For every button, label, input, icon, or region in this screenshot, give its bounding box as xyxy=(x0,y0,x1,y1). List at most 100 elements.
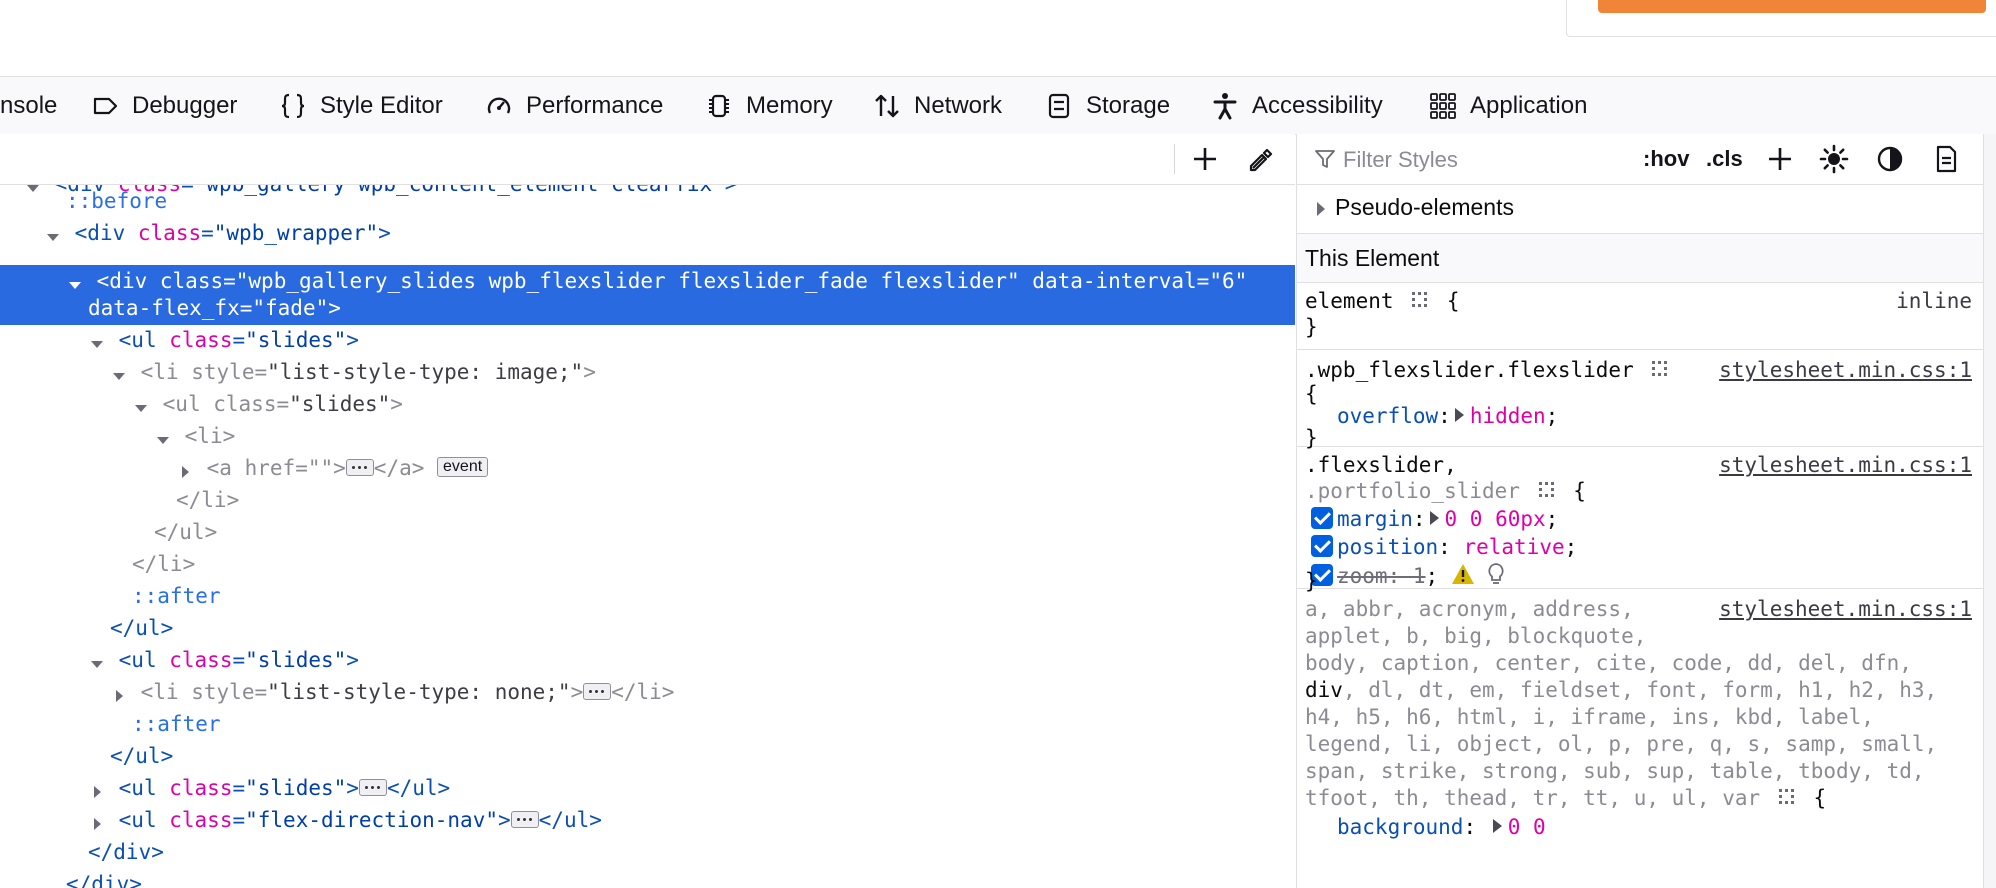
devtools-toolbar: nsole Debugger Style Editor Performance … xyxy=(0,76,1996,135)
dark-theme-button[interactable] xyxy=(1873,142,1907,176)
tree-node-ul-close[interactable]: </ul> xyxy=(154,516,217,548)
declaration-checkbox[interactable] xyxy=(1311,535,1333,557)
declaration-overflow[interactable]: overflow: hidden; xyxy=(1337,402,1558,430)
tree-node-gallery-slides-attr-cont[interactable]: data-flex_fx="fade"> xyxy=(88,292,341,324)
pseudo-elements-section[interactable]: Pseudo-elements xyxy=(1297,185,1984,234)
tree-node-ul-slides-3[interactable]: <ul class="slides"> </ul> xyxy=(88,772,450,804)
arrows-updown-icon xyxy=(872,91,902,121)
plus-icon xyxy=(1194,148,1216,170)
twisty-expanded-icon[interactable] xyxy=(24,185,42,192)
cls-button[interactable]: .cls xyxy=(1706,142,1743,176)
tab-storage-label: Storage xyxy=(1086,91,1171,119)
pseudo-before[interactable]: ::before xyxy=(66,185,167,217)
twisty-expanded-icon[interactable] xyxy=(132,394,150,412)
twisty-collapsed-icon[interactable] xyxy=(176,458,194,478)
tree-node-ul-close[interactable]: </ul> xyxy=(110,740,173,772)
selector-highlight-icon[interactable] xyxy=(1650,359,1670,379)
collapsed-children-ellipsis[interactable] xyxy=(510,810,539,828)
expand-value-icon[interactable] xyxy=(1492,819,1502,833)
tree-node-div-close[interactable]: </div> xyxy=(66,868,142,888)
tab-application-label: Application xyxy=(1470,91,1588,119)
declaration-margin[interactable]: margin: 0 0 60px; xyxy=(1311,505,1558,533)
tab-accessibility-label: Accessibility xyxy=(1252,91,1383,119)
tab-performance[interactable]: Performance xyxy=(484,77,663,134)
chip-icon xyxy=(704,91,734,121)
tab-debugger[interactable]: Debugger xyxy=(90,77,237,134)
hov-button[interactable]: :hov xyxy=(1643,142,1689,176)
document-icon xyxy=(1936,145,1957,173)
tab-performance-label: Performance xyxy=(526,91,664,119)
filter-icon xyxy=(1315,150,1335,168)
tab-network-label: Network xyxy=(914,91,1003,119)
tree-node-a[interactable]: <a href=""> </a> event xyxy=(176,452,489,484)
rules-panel: :hov .cls Pseudo-elements This Element e… xyxy=(1296,134,1984,888)
tree-node-ul-slides[interactable]: <ul class="slides"> xyxy=(88,324,359,356)
pseudo-after[interactable]: ::after xyxy=(132,708,221,740)
rule-element-inline: element { inline } xyxy=(1297,283,1984,350)
tree-node-li-close[interactable]: </li> xyxy=(132,548,195,580)
tree-node-li[interactable]: <li> xyxy=(154,420,235,452)
tree-node-flex-direction-nav[interactable]: <ul class="flex-direction-nav"> </ul> xyxy=(88,804,602,836)
selector-highlight-icon[interactable] xyxy=(1410,290,1430,310)
event-badge[interactable]: event xyxy=(437,457,489,477)
twisty-expanded-icon[interactable] xyxy=(110,362,128,380)
tree-node-wrapper[interactable]: <div class="wpb_wrapper"> xyxy=(44,217,391,249)
selector-highlight-icon[interactable] xyxy=(1537,480,1557,500)
tab-network[interactable]: Network xyxy=(872,77,1002,134)
tree-node-li-none[interactable]: <li style="list-style-type: none;"> </li> xyxy=(110,676,674,708)
toolbar-divider xyxy=(1174,144,1175,174)
twisty-expanded-icon[interactable] xyxy=(66,271,84,289)
tab-console[interactable]: nsole xyxy=(0,77,57,134)
twisty-expanded-icon[interactable] xyxy=(88,650,106,668)
selector-highlight-icon[interactable] xyxy=(1777,787,1797,807)
twisty-expanded-icon[interactable] xyxy=(88,330,106,348)
collapsed-children-ellipsis[interactable] xyxy=(358,778,387,796)
tab-application[interactable]: Application xyxy=(1428,77,1587,134)
tree-node-ul-close[interactable]: </ul> xyxy=(110,612,173,644)
filter-styles-input[interactable] xyxy=(1341,144,1585,176)
declaration-zoom[interactable]: zoom: 1; xyxy=(1311,562,1505,590)
tree-node-li-image[interactable]: <li style="list-style-type: image;"> xyxy=(110,356,596,388)
declaration-background[interactable]: background: 0 0 xyxy=(1337,813,1546,841)
tab-style-editor[interactable]: Style Editor xyxy=(278,77,443,134)
twisty-expanded-icon[interactable] xyxy=(154,426,172,444)
sun-icon xyxy=(1819,144,1849,174)
twisty-collapsed-icon[interactable] xyxy=(110,682,128,702)
markup-toolbar xyxy=(0,134,1295,185)
expand-value-icon[interactable] xyxy=(1429,511,1439,525)
rules-scrollbar[interactable] xyxy=(1983,134,1996,888)
pseudo-after[interactable]: ::after xyxy=(132,580,221,612)
twisty-collapsed-icon[interactable] xyxy=(88,778,106,798)
braces-icon xyxy=(278,91,308,121)
declaration-checkbox[interactable] xyxy=(1311,507,1333,529)
plus-icon xyxy=(1769,148,1791,170)
tab-memory-label: Memory xyxy=(746,91,833,119)
lightbulb-icon[interactable] xyxy=(1487,562,1505,586)
rule-source-link[interactable]: stylesheet.min.css:1 xyxy=(1719,451,1972,479)
collapsed-children-ellipsis[interactable] xyxy=(583,682,612,700)
warning-icon[interactable] xyxy=(1451,563,1475,585)
tree-node-div-close[interactable]: </div> xyxy=(88,836,164,868)
declaration-position[interactable]: position: relative; xyxy=(1311,533,1577,561)
color-picker-button[interactable] xyxy=(1244,142,1280,176)
markup-tree: <div class="wpb_gallery wpb_content_elem… xyxy=(0,185,1295,888)
tab-accessibility[interactable]: Accessibility xyxy=(1210,77,1383,134)
tree-node-li-close[interactable]: </li> xyxy=(176,484,239,516)
tree-node-ul-slides-2[interactable]: <ul class="slides"> xyxy=(88,644,359,676)
add-node-button[interactable] xyxy=(1187,142,1223,176)
tab-storage[interactable]: Storage xyxy=(1044,77,1170,134)
twisty-collapsed-icon[interactable] xyxy=(88,810,106,830)
twisty-expanded-icon[interactable] xyxy=(44,223,62,241)
collapsed-children-ellipsis[interactable] xyxy=(345,458,374,476)
rule-source-link[interactable]: stylesheet.min.css:1 xyxy=(1719,595,1972,623)
expand-value-icon[interactable] xyxy=(1454,408,1464,422)
add-rule-button[interactable] xyxy=(1763,142,1797,176)
page-orange-button[interactable] xyxy=(1598,0,1986,13)
tab-memory[interactable]: Memory xyxy=(704,77,833,134)
rule-source-link[interactable]: stylesheet.min.css:1 xyxy=(1719,356,1972,384)
tab-debugger-label: Debugger xyxy=(132,91,238,119)
this-element-header: This Element xyxy=(1297,234,1984,283)
light-theme-button[interactable] xyxy=(1817,142,1851,176)
tree-node-ul-slides-inner[interactable]: <ul class="slides"> xyxy=(132,388,403,420)
print-media-button[interactable] xyxy=(1929,142,1963,176)
